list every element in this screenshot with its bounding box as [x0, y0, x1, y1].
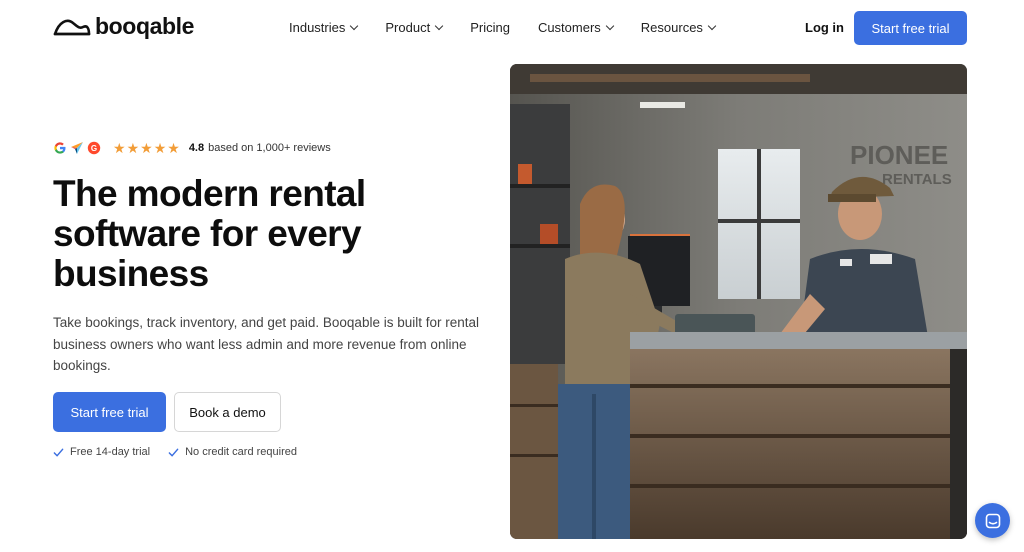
- chevron-down-icon: [350, 21, 359, 31]
- chevron-down-icon: [434, 21, 444, 31]
- chat-launcher-button[interactable]: [975, 503, 1010, 538]
- benefit-item: Free 14-day trial: [53, 446, 150, 458]
- start-free-trial-button[interactable]: Start free trial: [53, 392, 166, 432]
- logo-text: booqable: [95, 13, 195, 39]
- chevron-down-icon: [707, 21, 717, 31]
- review-platforms: G: [53, 141, 101, 155]
- trial-benefits: Free 14-day trial No credit card require…: [53, 446, 297, 458]
- nav-resources[interactable]: Resources: [640, 20, 717, 35]
- nav-label: Pricing: [470, 20, 510, 35]
- top-navigation: booqable Industries Product Pricing Cust…: [0, 0, 1024, 56]
- nav-pricing[interactable]: Pricing: [470, 20, 510, 35]
- capterra-icon: [71, 142, 83, 154]
- star-icon: ★: [153, 140, 167, 156]
- nav-label: Resources: [640, 20, 703, 35]
- star-icon: ★: [167, 140, 180, 156]
- rating-text: based on 1,000+ reviews: [208, 142, 331, 154]
- benefit-item: No credit card required: [168, 446, 297, 458]
- benefit-label: Free 14-day trial: [70, 446, 151, 458]
- nav-label: Customers: [537, 20, 601, 35]
- chat-icon: [985, 513, 1000, 528]
- nav-label: Product: [385, 20, 431, 35]
- star-icon: ★: [140, 140, 153, 156]
- benefit-label: No credit card required: [185, 446, 297, 458]
- rating-score: 4.8: [188, 142, 205, 154]
- star-rating: ★ ★ ★ ★ ★: [113, 141, 180, 155]
- nav-customers[interactable]: Customers: [537, 20, 615, 35]
- login-link[interactable]: Log in: [805, 20, 844, 35]
- google-icon: [54, 142, 66, 154]
- star-icon: ★: [126, 140, 140, 156]
- nav-industries[interactable]: Industries: [289, 20, 359, 35]
- booqable-logo-icon: [53, 19, 91, 35]
- hero-photo: PIONEE RENTALS: [510, 64, 967, 539]
- g2-icon: G: [87, 141, 101, 155]
- hero-headline: The modern rental software for every bus…: [53, 173, 366, 294]
- checkmark-icon: [53, 448, 64, 456]
- start-free-trial-button-header[interactable]: Start free trial: [854, 11, 967, 45]
- hero-subtext: Take bookings, track inventory, and get …: [53, 315, 480, 373]
- main-nav: Industries Product Pricing Customers Res…: [289, 20, 717, 35]
- nav-label: Industries: [289, 20, 346, 35]
- star-icon: ★: [113, 140, 126, 156]
- nav-product[interactable]: Product: [385, 20, 444, 35]
- checkmark-icon: [168, 448, 179, 456]
- book-demo-button[interactable]: Book a demo: [174, 392, 281, 432]
- sign-subtext: RENTALS: [882, 171, 952, 188]
- review-rating: G ★ ★ ★ ★ ★ 4.8 based on 1,000+ reviews: [53, 140, 331, 156]
- rental-counter-scene: PIONEE RENTALS: [510, 64, 967, 539]
- booqable-logo[interactable]: booqable: [53, 15, 194, 38]
- svg-text:G: G: [91, 144, 97, 153]
- sign-text: PIONEE: [850, 140, 948, 170]
- chevron-down-icon: [605, 21, 615, 31]
